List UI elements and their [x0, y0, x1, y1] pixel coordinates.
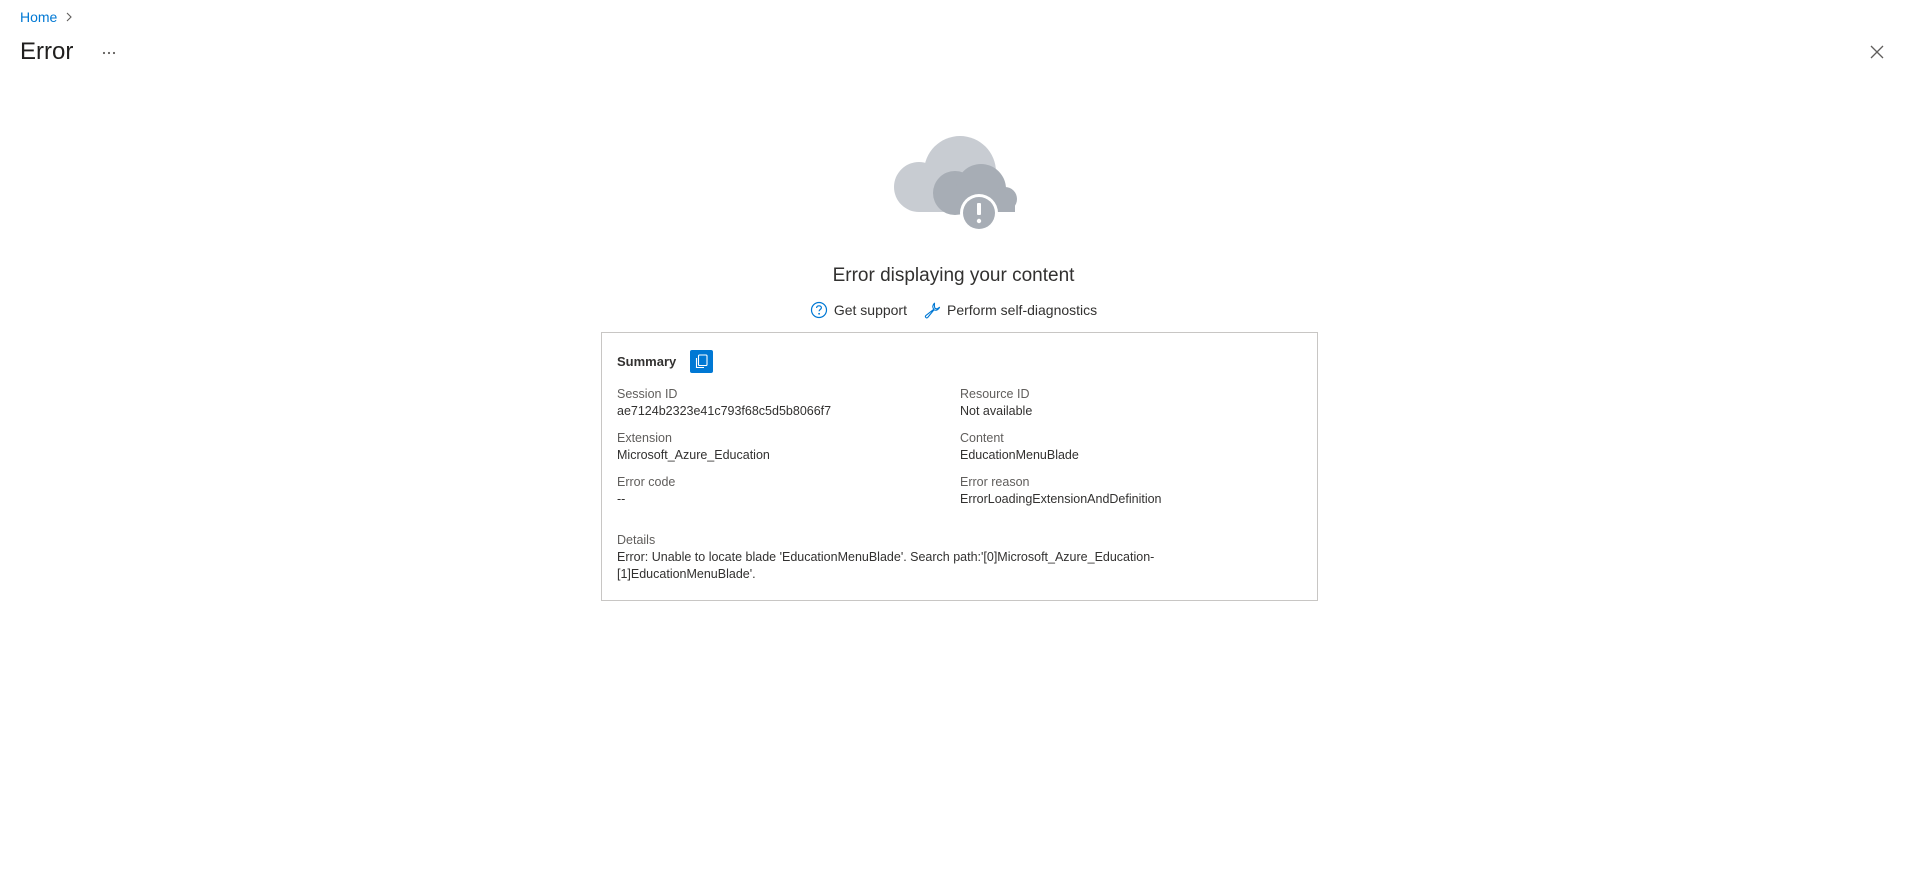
session-id-value: ae7124b2323e41c793f68c5d5b8066f7 [617, 404, 832, 418]
error-title: Error displaying your content [832, 265, 1075, 286]
copy-icon [696, 353, 708, 368]
error-reason-field: Error reason ErrorLoadingExtensionAndDef… [960, 474, 1302, 508]
error-actions: Get support Perform self-diagnostics [810, 301, 1097, 319]
more-options-button[interactable] [97, 43, 121, 63]
details-label: Details [617, 533, 656, 547]
details-field: Details Error: Unable to locate blade 'E… [617, 532, 1302, 583]
help-icon [810, 301, 827, 319]
close-button[interactable] [1867, 42, 1887, 62]
title-row: Error [20, 38, 121, 66]
cloud-error-icon [893, 136, 1017, 232]
wrench-icon [924, 302, 941, 319]
resource-id-label: Resource ID [960, 387, 1030, 401]
error-reason-value: ErrorLoadingExtensionAndDefinition [960, 492, 1162, 506]
error-code-field: Error code -- [617, 474, 960, 508]
content-field: Content EducationMenuBlade [960, 430, 1302, 464]
summary-header: Summary [617, 349, 1302, 373]
resource-id-field: Resource ID Not available [960, 386, 1302, 420]
get-support-label: Get support [833, 302, 907, 318]
copy-button[interactable] [690, 349, 714, 373]
summary-fields: Session ID ae7124b2323e41c793f68c5d5b806… [617, 386, 1302, 508]
self-diagnostics-label: Perform self-diagnostics [946, 302, 1098, 318]
session-id-label: Session ID [617, 387, 678, 401]
extension-value: Microsoft_Azure_Education [617, 448, 770, 462]
error-code-value: -- [617, 492, 626, 506]
error-blade: Home Error Error displaying your content… [0, 0, 1907, 881]
ellipsis-icon [103, 51, 116, 55]
extension-field: Extension Microsoft_Azure_Education [617, 430, 960, 464]
error-reason-label: Error reason [960, 475, 1030, 489]
close-icon [1870, 45, 1884, 59]
content-value: EducationMenuBlade [960, 448, 1079, 462]
error-hero: Error displaying your content Get suppor… [0, 135, 1907, 319]
resource-id-value: Not available [960, 404, 1033, 418]
extension-label: Extension [617, 431, 672, 445]
chevron-right-icon [63, 11, 75, 23]
error-code-label: Error code [617, 475, 676, 489]
self-diagnostics-link[interactable]: Perform self-diagnostics [923, 301, 1097, 319]
breadcrumb: Home [20, 9, 75, 25]
get-support-link[interactable]: Get support [810, 301, 907, 319]
breadcrumb-home-link[interactable]: Home [20, 9, 57, 25]
page-title: Error [20, 38, 74, 65]
session-id-field: Session ID ae7124b2323e41c793f68c5d5b806… [617, 386, 960, 420]
summary-label: Summary [617, 353, 677, 369]
error-summary-card: Summary Session ID ae7124b2323e41c793f68… [601, 332, 1318, 601]
details-value: Error: Unable to locate blade 'Education… [617, 550, 1155, 581]
content-label: Content [960, 431, 1004, 445]
